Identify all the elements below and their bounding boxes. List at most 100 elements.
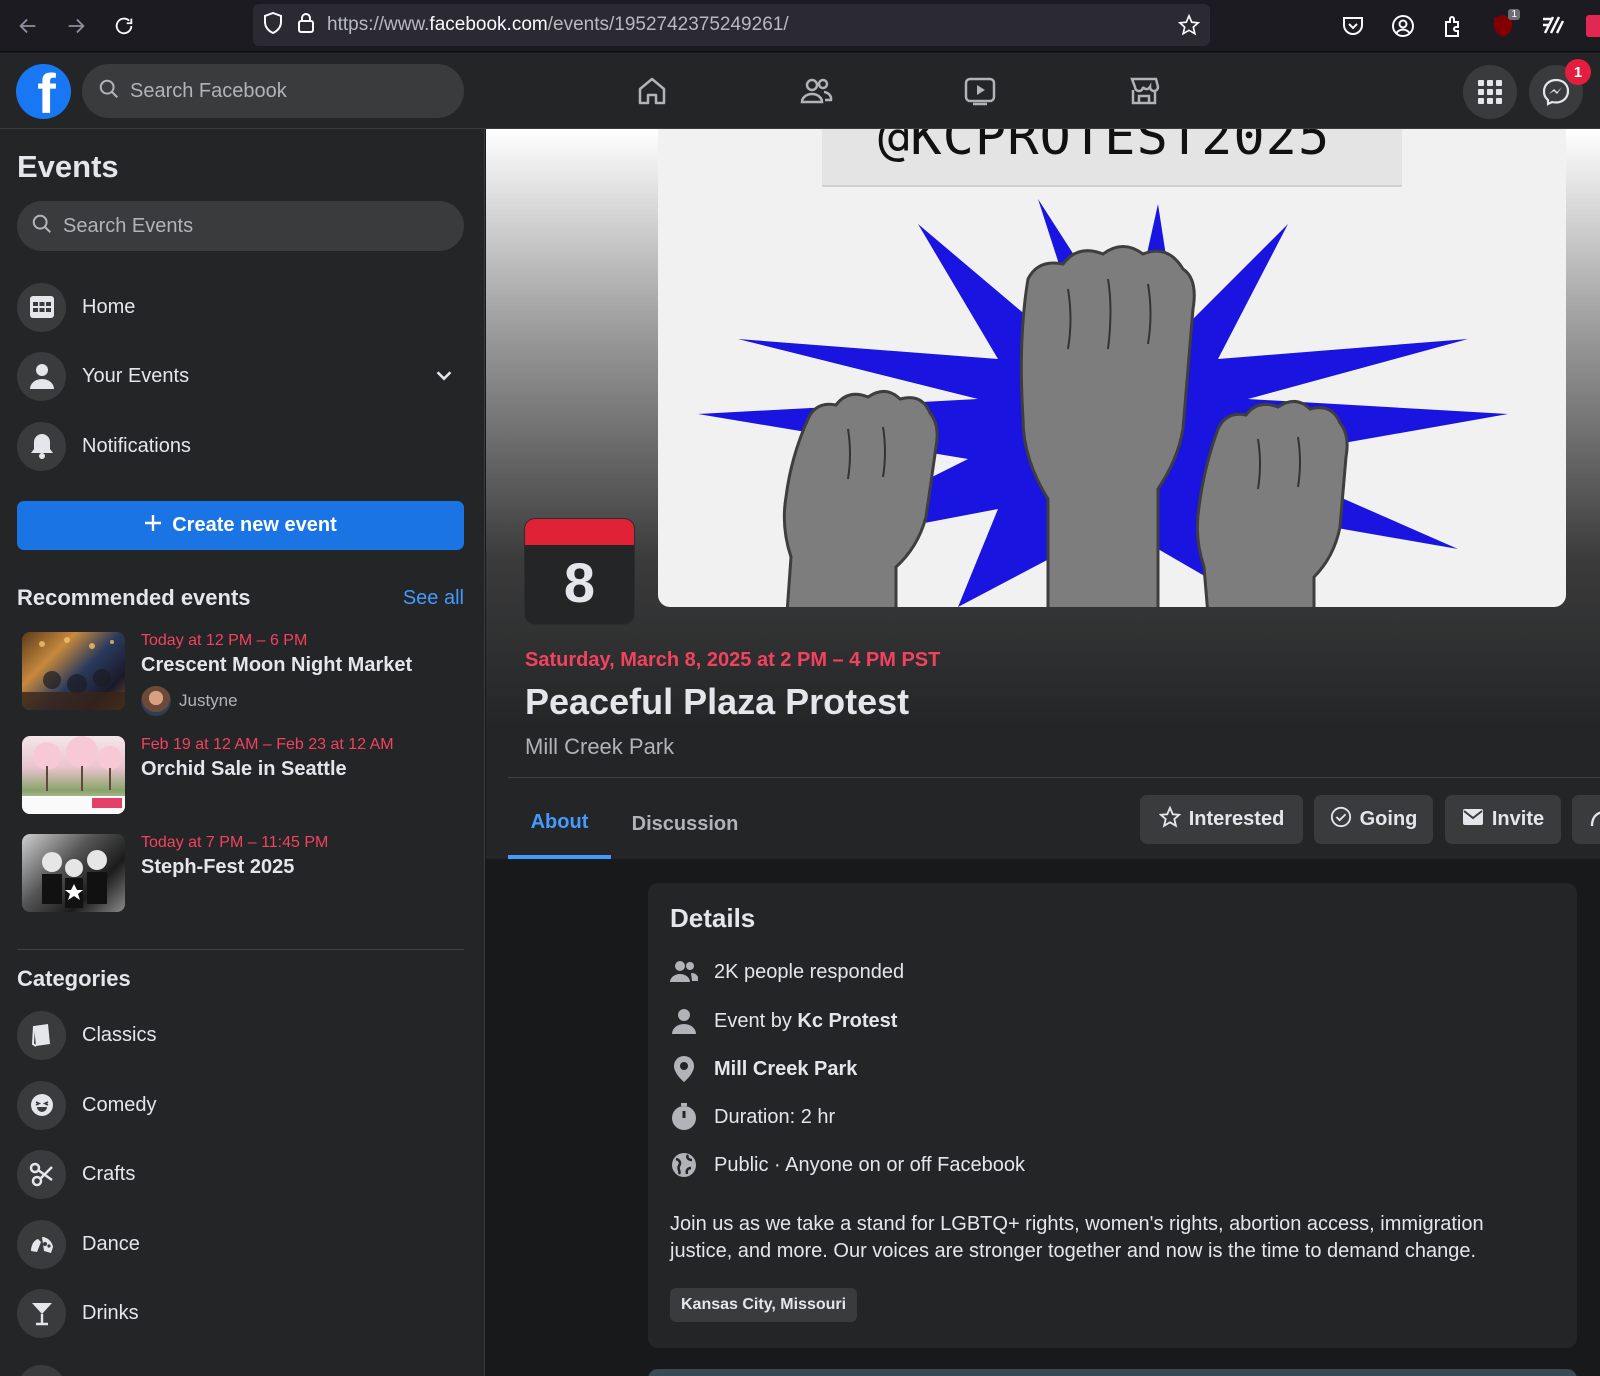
- events-sidebar: Events Search Events Home Your Events No…: [0, 129, 485, 1376]
- tab-about[interactable]: About: [508, 789, 611, 859]
- zotero-icon[interactable]: [1528, 1, 1578, 51]
- map-preview[interactable]: [648, 1369, 1577, 1376]
- interested-button[interactable]: Interested: [1140, 795, 1303, 844]
- extensions-icon[interactable]: [1428, 1, 1478, 51]
- cocktail-icon: [17, 1288, 66, 1338]
- back-icon[interactable]: [4, 2, 52, 50]
- category-item-classics[interactable]: Classics: [17, 1008, 467, 1062]
- stopwatch-icon: [670, 1103, 698, 1131]
- search-events-placeholder: Search Events: [63, 214, 194, 237]
- category-item-dance[interactable]: Dance: [17, 1217, 467, 1271]
- ublock-icon[interactable]: 1: [1478, 1, 1528, 51]
- event-name: Steph-Fest 2025: [141, 856, 295, 878]
- tab-discussion[interactable]: Discussion: [626, 789, 744, 859]
- event-time: Today at 7 PM – 11:45 PM: [141, 834, 329, 851]
- shield-icon[interactable]: [263, 11, 283, 39]
- search-placeholder: Search Facebook: [130, 79, 287, 102]
- search-icon: [98, 78, 120, 105]
- video-tab-icon[interactable]: [898, 53, 1062, 129]
- category-icon-partial[interactable]: [17, 1365, 66, 1376]
- event-title: Peaceful Plaza Protest: [525, 681, 910, 722]
- location-tag[interactable]: Kansas City, Missouri: [670, 1288, 858, 1322]
- messenger-icon[interactable]: 1: [1529, 59, 1591, 119]
- extension-red-icon[interactable]: [1578, 1, 1600, 51]
- forward-icon[interactable]: [52, 2, 100, 50]
- sidebar-item-label: Notifications: [82, 434, 191, 457]
- event-thumbnail-market: [22, 632, 125, 710]
- interested-label: Interested: [1188, 808, 1285, 830]
- see-all-link[interactable]: See all: [403, 587, 464, 610]
- invite-button[interactable]: Invite: [1445, 795, 1561, 844]
- event-time: Feb 19 at 12 AM – Feb 23 at 12 AM: [141, 736, 394, 753]
- category-item-crafts[interactable]: Crafts: [17, 1147, 467, 1201]
- event-by-prefix: Event by: [714, 1009, 798, 1032]
- details-title: Details: [670, 903, 756, 933]
- facebook-top-nav: f Search Facebook 1: [0, 53, 1600, 129]
- bookmark-star-icon[interactable]: [1177, 13, 1201, 41]
- recommended-event-item[interactable]: Today at 12 PM – 6 PM Crescent Moon Nigh…: [22, 632, 467, 716]
- responded-text: 2K people responded: [714, 960, 905, 983]
- person-icon: [17, 351, 66, 401]
- sidebar-item-label: Home: [82, 295, 136, 318]
- detail-place: Mill Creek Park: [670, 1054, 857, 1084]
- share-button[interactable]: [1572, 795, 1600, 844]
- reload-icon[interactable]: [100, 2, 148, 50]
- sidebar-item-notifications[interactable]: Notifications: [17, 419, 467, 473]
- account-icon[interactable]: [1378, 1, 1428, 51]
- url-text: https://www.facebook.com/events/19527423…: [327, 14, 789, 35]
- home-tab-icon[interactable]: [570, 53, 734, 129]
- sidebar-item-label: Your Events: [82, 364, 190, 387]
- recommended-events-title: Recommended events: [17, 585, 251, 610]
- going-button[interactable]: Going: [1314, 795, 1433, 844]
- extension-badge: 1: [1508, 9, 1520, 20]
- search-events-input[interactable]: Search Events: [17, 201, 464, 251]
- recommended-event-item[interactable]: Feb 19 at 12 AM – Feb 23 at 12 AM Orchid…: [22, 736, 467, 816]
- event-host: Justyne: [141, 686, 238, 716]
- marketplace-tab-icon[interactable]: [1062, 53, 1226, 129]
- category-item-comedy[interactable]: Comedy: [17, 1078, 467, 1132]
- event-thumbnail-stephfest: [22, 834, 125, 912]
- star-icon: [1158, 805, 1182, 834]
- category-item-drinks[interactable]: Drinks: [17, 1286, 467, 1340]
- going-label: Going: [1359, 808, 1418, 830]
- privacy-text: Public · Anyone on or off Facebook: [714, 1153, 1025, 1176]
- sidebar-divider: [17, 949, 464, 950]
- event-cover-image: @KCPROTEST2025: [658, 129, 1566, 607]
- share-icon: [1590, 806, 1600, 834]
- event-day: 8: [563, 551, 596, 614]
- sidebar-item-home[interactable]: Home: [17, 280, 467, 334]
- event-main: @KCPROTEST2025 8 Saturday, March 8, 2025…: [486, 129, 1600, 1376]
- envelope-icon: [1462, 808, 1484, 832]
- search-icon: [31, 213, 53, 240]
- organizer-link[interactable]: Kc Protest: [797, 1010, 897, 1032]
- place-link[interactable]: Mill Creek Park: [714, 1058, 857, 1080]
- pocket-icon[interactable]: [1328, 1, 1378, 51]
- facebook-search-input[interactable]: Search Facebook: [82, 64, 464, 118]
- sidebar-item-your-events[interactable]: Your Events: [17, 349, 467, 403]
- chevron-down-icon[interactable]: [433, 364, 455, 391]
- create-new-event-button[interactable]: Create new event: [17, 501, 464, 550]
- messenger-badge: 1: [1565, 59, 1591, 85]
- event-name: Orchid Sale in Seattle: [141, 758, 347, 780]
- event-time: Today at 12 PM – 6 PM: [141, 632, 308, 649]
- address-bar[interactable]: https://www.facebook.com/events/19527423…: [253, 4, 1210, 46]
- invite-label: Invite: [1491, 808, 1545, 830]
- person-icon: [670, 1007, 698, 1035]
- facebook-logo[interactable]: f: [16, 64, 71, 119]
- plus-icon: [144, 514, 162, 538]
- category-label: Classics: [82, 1023, 157, 1046]
- event-location[interactable]: Mill Creek Park: [525, 734, 674, 760]
- lock-icon[interactable]: [297, 12, 315, 39]
- friends-tab-icon[interactable]: [734, 53, 898, 129]
- event-description: Join us as we take a stand for LGBTQ+ ri…: [670, 1213, 1484, 1262]
- menu-grid-icon[interactable]: [1463, 65, 1517, 119]
- calendar-grid-icon: [17, 282, 66, 332]
- category-label: Dance: [82, 1232, 140, 1255]
- recommended-event-item[interactable]: Today at 7 PM – 11:45 PM Steph-Fest 2025: [22, 834, 467, 914]
- category-label: Drinks: [82, 1301, 139, 1324]
- event-thumbnail-orchid: [22, 736, 125, 814]
- detail-responded: 2K people responded: [670, 957, 904, 987]
- detail-privacy: Public · Anyone on or off Facebook: [670, 1150, 1025, 1180]
- location-pin-icon: [670, 1055, 698, 1083]
- duration-text: Duration: 2 hr: [714, 1105, 836, 1128]
